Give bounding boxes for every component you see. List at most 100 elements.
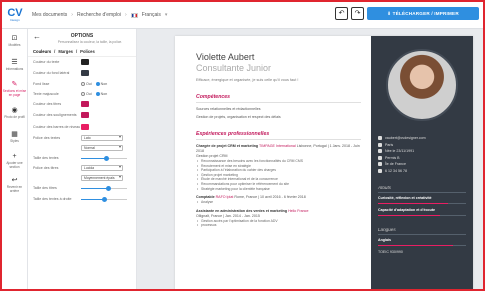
rail-item-information[interactable]: ☰ Informations <box>2 53 27 77</box>
option-title-font: Police des titres Lucida <box>28 163 136 173</box>
tab-fonts[interactable]: Polices <box>80 49 95 55</box>
panel-tabs: Couleurs / Marges / Polices <box>28 48 136 57</box>
top-bar: CV Design Mes documents › Recherche d'em… <box>2 2 483 29</box>
text-size-slider[interactable] <box>81 155 127 161</box>
section-title-skills[interactable]: Compétences <box>196 94 361 100</box>
chevron-down-icon[interactable]: ▾ <box>165 12 168 18</box>
home-icon <box>378 162 382 167</box>
option-title-size: Taille des titres <box>28 183 136 193</box>
option-label: Fond lisse <box>33 82 50 86</box>
rail-label: Styles <box>10 139 19 143</box>
radio-yes[interactable]: Oui <box>81 82 92 87</box>
option-uppercase: Texte majuscule Oui Non <box>28 89 136 99</box>
redo-icon[interactable]: ↷ <box>351 7 364 20</box>
slider-handle[interactable] <box>106 185 112 191</box>
tab-colors[interactable]: Couleurs <box>33 49 51 55</box>
color-swatch-underline[interactable] <box>81 112 89 118</box>
panel-title: OPTIONS <box>70 33 94 39</box>
quality-item[interactable]: Curiosité, réflexion et créativité <box>378 196 466 201</box>
section-title-experience[interactable]: Expériences professionnelles <box>196 131 361 137</box>
tab-margins[interactable]: Marges <box>58 49 73 55</box>
text-font-select[interactable]: Lato <box>81 135 123 141</box>
download-button[interactable]: ⬇ TÉLÉCHARGER / IMPRIMER <box>367 7 479 20</box>
document-area: Violette Aubert Consultante Junior Effic… <box>137 29 483 289</box>
contact-item[interactable]: 6 12 34 56 78 <box>378 168 466 175</box>
section-divider <box>196 139 361 140</box>
cv-name[interactable]: Violette Aubert <box>196 52 361 63</box>
breadcrumb-language[interactable]: Français <box>142 12 161 18</box>
undo-icon[interactable]: ↶ <box>335 7 348 20</box>
mail-icon <box>378 136 382 141</box>
color-swatch-sidebar[interactable] <box>81 70 89 76</box>
title-size-slider[interactable] <box>81 185 127 191</box>
option-text-size: Taille des textes <box>28 153 136 163</box>
language-level-bar <box>378 245 466 246</box>
rail-item-back[interactable]: ↩ Revenir en arrière <box>2 173 27 197</box>
logo-subtitle: Design <box>10 18 20 22</box>
pencil-icon: ✎ <box>11 81 18 88</box>
color-swatch-level-bars[interactable] <box>81 124 89 130</box>
pin-icon <box>378 142 382 147</box>
skill-item[interactable]: Gestion de projets, organisation et resp… <box>196 115 361 120</box>
left-rail: ⊡ Modèles ☰ Informations ✎ Sections et m… <box>2 29 28 289</box>
rail-item-templates[interactable]: ⊡ Modèles <box>2 29 27 53</box>
radio-yes[interactable]: Oui <box>81 92 92 97</box>
rail-label: Photo de profil <box>4 115 25 119</box>
rail-label: Ajouter une section <box>6 161 23 169</box>
section-title-languages[interactable]: Langues <box>378 227 466 232</box>
option-label: Couleur du texte <box>33 60 60 64</box>
section-title-qualities[interactable]: Atouts <box>378 185 466 190</box>
right-text-size-slider[interactable] <box>81 196 127 202</box>
job-bullet: Stratégie marketing pour la clientèle fr… <box>196 187 361 192</box>
breadcrumb: Mes documents › Recherche d'emploi › Fra… <box>32 12 167 18</box>
job-bullet: processus <box>196 223 361 228</box>
job-bullet: Analyse <box>196 200 361 205</box>
templates-icon: ⊡ <box>11 35 18 42</box>
option-label: Couleur des barres de niveau <box>33 125 81 129</box>
option-title-weight: Moyennement épais <box>28 173 136 183</box>
chevron-right-icon: › <box>125 12 127 18</box>
job-heading[interactable]: Chargée de projet CRM et marketing TIMPA… <box>196 144 361 154</box>
option-text-weight: Normal <box>28 143 136 153</box>
breadcrumb-document-name[interactable]: Recherche d'emploi <box>77 12 121 18</box>
rail-label: Informations <box>5 67 24 71</box>
language-item[interactable]: Anglais <box>378 238 466 243</box>
list-icon: ☰ <box>11 59 18 66</box>
profile-photo[interactable] <box>386 49 458 121</box>
rail-item-sections[interactable]: ✎ Sections et mise en page <box>2 77 27 101</box>
section-divider <box>378 234 466 235</box>
section-divider <box>196 102 361 103</box>
rail-label: Sections et mise en page <box>2 89 27 97</box>
tab-separator: / <box>54 49 56 54</box>
title-font-select[interactable]: Lucida <box>81 165 123 171</box>
back-icon: ↩ <box>11 177 18 184</box>
option-label: Taille des titres <box>33 186 57 190</box>
cv-page[interactable]: Violette Aubert Consultante Junior Effic… <box>175 36 473 289</box>
quality-item[interactable]: Capacité d'adaptation et d'écoute <box>378 208 466 213</box>
title-weight-select[interactable]: Moyennement épais <box>81 175 123 181</box>
app-frame: CV Design Mes documents › Recherche d'em… <box>0 0 485 291</box>
option-right-text-size: Taille des textes à droite <box>28 193 136 205</box>
radio-no[interactable]: Non <box>95 92 107 97</box>
calendar-icon <box>378 149 382 154</box>
contact-list: vaubert@cvdesigner.com Paris Née le 23/1… <box>378 135 466 174</box>
option-label: Couleur des titres <box>33 102 62 106</box>
app-logo[interactable]: CV Design <box>2 2 28 29</box>
breadcrumb-documents[interactable]: Mes documents <box>32 12 67 18</box>
radio-no[interactable]: Non <box>95 82 107 87</box>
color-swatch-text[interactable] <box>81 59 89 65</box>
slider-handle[interactable] <box>103 155 109 161</box>
option-label: Couleur des soulignements <box>33 113 77 117</box>
option-label: Police des textes <box>33 136 61 140</box>
text-weight-select[interactable]: Normal <box>81 145 123 151</box>
language-detail[interactable]: TOEIC 930/990 <box>378 250 466 255</box>
rail-item-add-section[interactable]: + Ajouter une section <box>2 149 27 173</box>
rail-item-photo[interactable]: ◉ Photo de profil <box>2 101 27 125</box>
color-swatch-titles[interactable] <box>81 101 89 107</box>
rail-item-styles[interactable]: ▦ Styles <box>2 125 27 149</box>
skill-item[interactable]: Sources relationnelles et rédactionnelle… <box>196 107 361 112</box>
cv-summary[interactable]: Efficace, énergique et organisée, je sui… <box>196 78 361 83</box>
cv-role[interactable]: Consultante Junior <box>196 63 361 74</box>
logo-mark: CV <box>7 7 23 19</box>
slider-handle[interactable] <box>101 196 107 202</box>
